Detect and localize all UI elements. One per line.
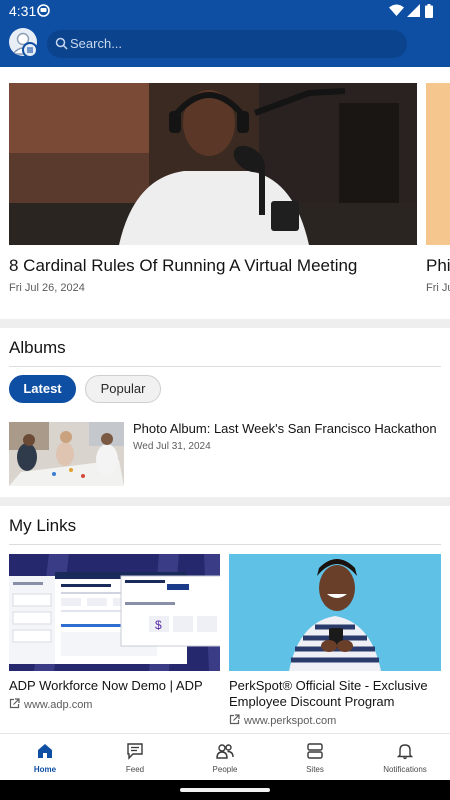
bottom-navigation: Home Feed People Sites Notifications [0,733,450,780]
battery-icon [425,4,433,18]
nav-sites[interactable]: Sites [270,734,360,781]
link-url[interactable]: www.perkspot.com [229,714,336,727]
my-links-heading: My Links [9,516,77,535]
nav-feed[interactable]: Feed [90,734,180,781]
external-link-icon [9,698,20,709]
app-notification-icon [37,4,50,17]
tab-popular[interactable]: Popular [85,375,161,403]
nav-label: Home [33,765,57,774]
bell-icon [396,744,414,760]
news-date: Fri Jul 26, 2024 [9,282,85,294]
search-icon [55,37,68,50]
people-icon [216,744,234,759]
nav-home[interactable]: Home [0,734,90,781]
home-gesture-handle[interactable] [180,788,270,792]
albums-heading: Albums [9,338,66,357]
nav-label: Feed [125,765,145,774]
search-input[interactable]: Search... [47,30,407,58]
nav-label: People [212,765,238,774]
feed-icon [127,743,143,760]
svg-text:$: $ [155,618,162,632]
news-date: Fri Ju [426,282,450,294]
tab-latest[interactable]: Latest [9,375,76,403]
nav-label: Sites [306,765,324,774]
search-placeholder: Search... [70,36,123,51]
home-icon [38,744,52,758]
news-title[interactable]: Phi [426,256,450,276]
section-divider [0,497,450,506]
wifi-icon [389,4,404,16]
news-image-2[interactable] [426,83,450,245]
nav-people[interactable]: People [180,734,270,781]
nav-label: Notifications [383,765,427,774]
link-title[interactable]: ADP Workforce Now Demo | ADP [9,678,203,694]
app-header: Search... [0,22,450,67]
divider [9,544,441,545]
link-title[interactable]: PerkSpot® Official Site - Exclusive Empl… [229,678,428,710]
album-thumbnail[interactable] [9,422,124,486]
news-image-podcast[interactable] [9,83,417,245]
menu-icon[interactable] [22,42,38,58]
signal-icon [407,4,420,17]
link-url[interactable]: www.adp.com [9,698,92,711]
news-title[interactable]: 8 Cardinal Rules Of Running A Virtual Me… [9,256,357,276]
status-time: 4:31 [9,3,37,19]
section-divider [0,319,450,328]
link-image-perkspot[interactable] [229,554,441,671]
album-title[interactable]: Photo Album: Last Week's San Francisco H… [133,421,437,436]
nav-notifications[interactable]: Notifications [360,734,450,781]
sites-icon [307,743,323,759]
link-image-adp[interactable]: $ [9,554,220,671]
external-link-icon [229,714,240,725]
status-bar: 4:31 [0,0,450,22]
album-date: Wed Jul 31, 2024 [133,441,211,452]
gesture-bar [0,780,450,800]
divider [9,366,441,367]
